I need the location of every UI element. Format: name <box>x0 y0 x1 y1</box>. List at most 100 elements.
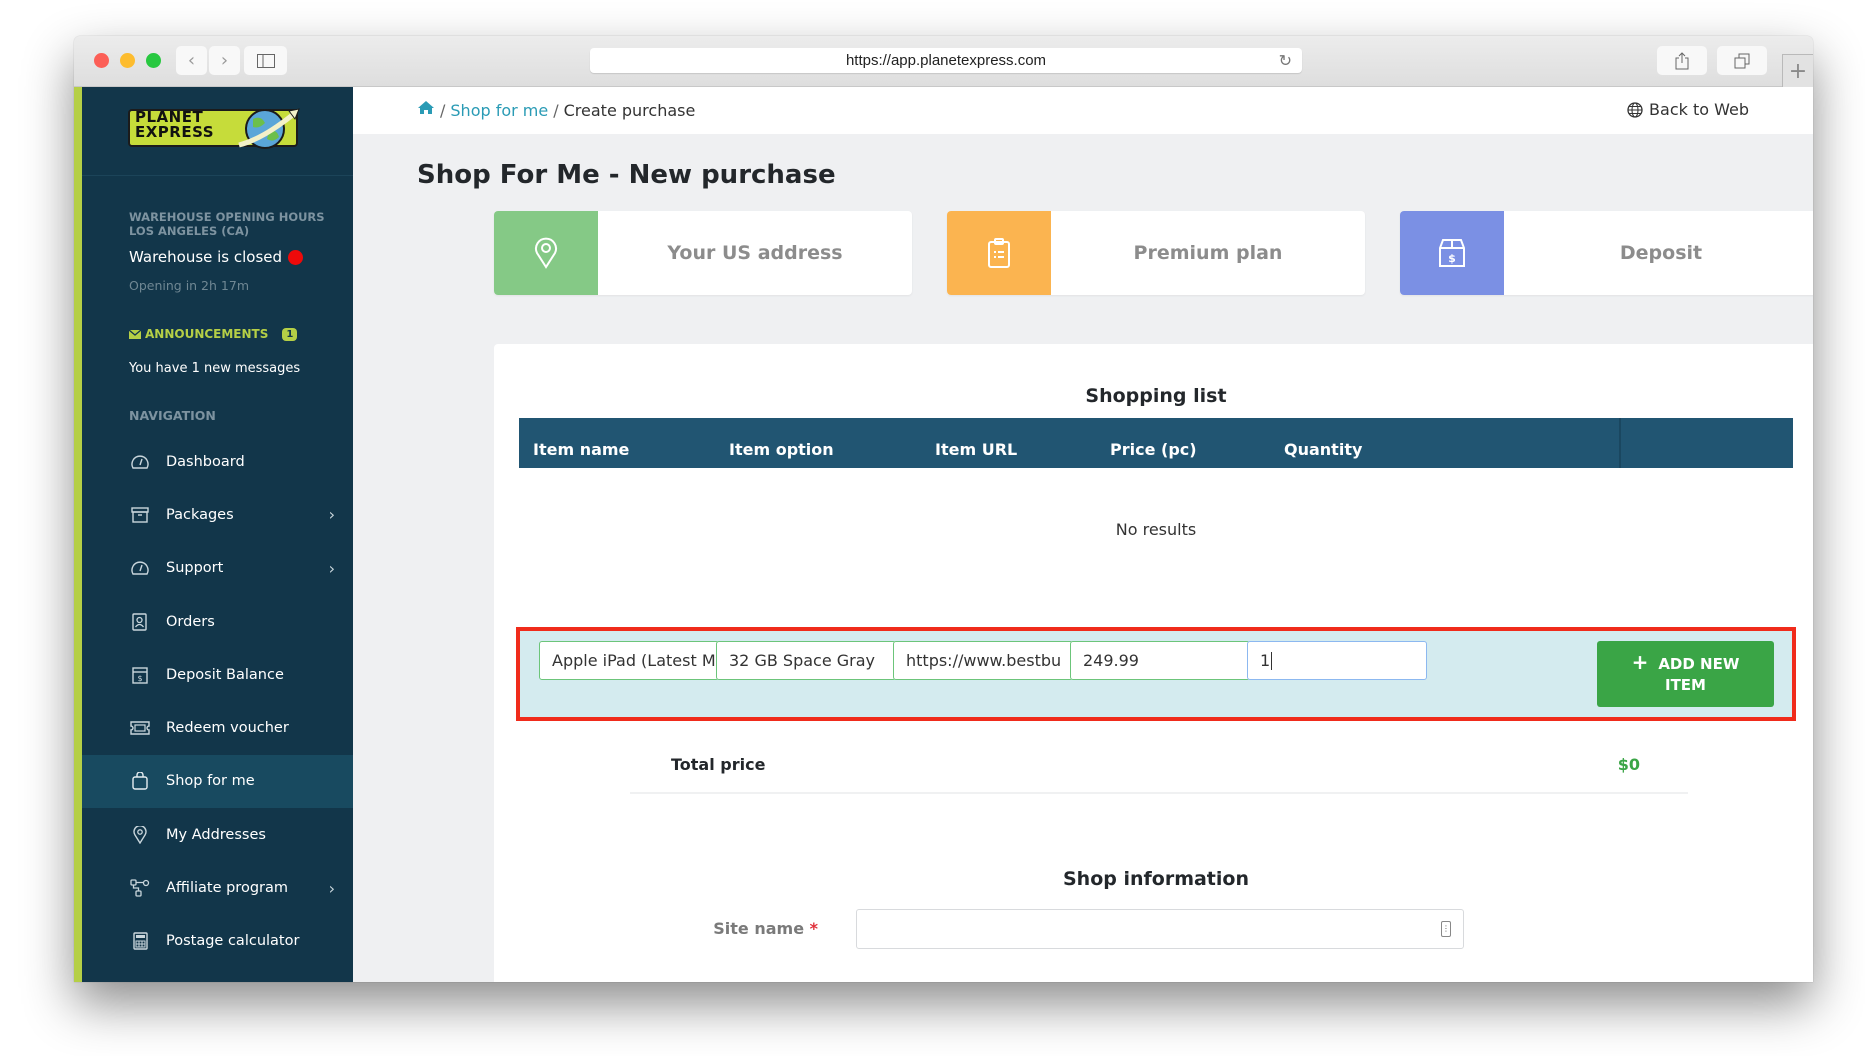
autofill-key-icon[interactable]: ⋮ <box>1441 921 1451 937</box>
clipboard-list-icon <box>988 238 1010 268</box>
chevron-left-icon: ‹ <box>187 50 196 71</box>
site-name-row: Site name * ⋮ <box>494 909 1813 949</box>
sidebar-item-my-addresses[interactable]: My Addresses <box>82 808 353 861</box>
quantity-input[interactable]: 1 <box>1247 641 1427 680</box>
empty-table-message: No results <box>1115 520 1197 539</box>
sidebar-item-label: Packages <box>166 506 234 523</box>
closed-status-dot-icon <box>288 249 304 265</box>
dashboard-gauge-icon <box>130 452 150 472</box>
page-title: Shop For Me - New purchase <box>417 160 836 190</box>
sidebar-item-postage-calculator[interactable]: Postage calculator <box>82 915 353 968</box>
shop-information-title: Shop information <box>1062 868 1249 890</box>
back-button[interactable]: ‹ <box>176 46 207 75</box>
sidebar-divider <box>82 175 353 176</box>
announcements-message: You have 1 new messages <box>129 361 301 376</box>
forward-button[interactable]: › <box>209 46 240 75</box>
us-address-card-label: Your US address <box>667 242 843 264</box>
sidebar-icon <box>256 53 275 68</box>
chevron-right-icon: › <box>220 50 229 71</box>
tabs-icon <box>1734 53 1750 68</box>
item-name-input[interactable]: Apple iPad (Latest M ⁝ <box>539 641 719 680</box>
sidebar-item-label: Redeem voucher <box>166 720 289 737</box>
site-name-input[interactable]: ⋮ <box>856 909 1464 949</box>
sidebar-item-redeem-voucher[interactable]: Redeem voucher <box>82 701 353 754</box>
calculator-icon <box>130 931 150 951</box>
column-header-item-url: Item URL <box>935 440 1018 459</box>
url-text: https://app.planetexpress.com <box>845 52 1047 69</box>
item-url-input[interactable]: https://www.bestbu <box>893 641 1073 680</box>
sidebar-item-packages[interactable]: Packages › <box>82 488 353 541</box>
announcements-label: ANNOUNCEMENTS <box>145 327 269 341</box>
plus-icon: + <box>1788 58 1808 84</box>
browser-toolbar: ‹ › https://app.planetexpress.com ↻ + <box>74 36 1813 87</box>
sidebar-item-shop-for-me[interactable]: Shop for me <box>82 754 353 809</box>
planet-express-logo[interactable]: PLANET EXPRESS <box>128 105 303 151</box>
warehouse-opening-time: Opening in 2h 17m <box>129 278 249 293</box>
reload-icon[interactable]: ↻ <box>1279 51 1292 71</box>
new-item-entry-row: Apple iPad (Latest M ⁝ 32 GB Space Gray … <box>516 627 1796 721</box>
close-window-button[interactable] <box>94 53 109 68</box>
sidebar-item-label: Shop for me <box>166 773 255 790</box>
sidebar-item-label: Postage calculator <box>166 933 300 950</box>
globe-icon <box>1627 101 1643 118</box>
warehouse-status-text: Warehouse is closed <box>129 248 283 266</box>
column-header-item-name: Item name <box>533 440 630 459</box>
sidebar-item-label: Dashboard <box>166 453 245 470</box>
breadcrumb-bar: / Shop for me / Create purchase Back to … <box>353 87 1813 134</box>
us-address-card[interactable]: Your US address <box>494 211 912 295</box>
envelope-icon <box>129 329 141 339</box>
column-header-price: Price (pc) <box>1110 440 1197 459</box>
home-icon[interactable] <box>417 100 435 120</box>
sidebar-toggle-button[interactable] <box>244 46 287 75</box>
warehouse-hours-heading: WAREHOUSE OPENING HOURS LOS ANGELES (CA) <box>129 210 325 238</box>
required-marker: * <box>809 919 818 938</box>
announcements-link[interactable]: ANNOUNCEMENTS 1 <box>129 327 298 341</box>
sidebar: PLANET EXPRESS WAREHOUSE OPENING HOURS L… <box>74 87 353 982</box>
breadcrumb-shop-for-me[interactable]: Shop for me <box>450 101 548 120</box>
share-button[interactable] <box>1657 46 1707 75</box>
shopping-bag-icon <box>130 771 150 791</box>
premium-plan-card-icon-box <box>947 211 1051 295</box>
logo-line-2: EXPRESS <box>135 123 215 141</box>
svg-text:$: $ <box>137 674 142 683</box>
main-content: / Shop for me / Create purchase Back to … <box>353 87 1813 982</box>
breadcrumb: / Shop for me / Create purchase <box>417 100 695 120</box>
tab-overview-button[interactable] <box>1717 46 1767 75</box>
column-header-quantity: Quantity <box>1284 440 1363 459</box>
support-gauge-icon <box>130 558 150 578</box>
us-address-card-icon-box <box>494 211 598 295</box>
premium-plan-card[interactable]: Premium plan <box>947 211 1365 295</box>
chevron-right-icon: › <box>328 505 335 525</box>
add-new-item-button[interactable]: + ADD NEW ITEM <box>1597 641 1774 707</box>
price-input[interactable]: 249.99 <box>1070 641 1250 680</box>
network-nodes-icon <box>130 878 150 898</box>
deposit-card-label: Deposit <box>1619 242 1703 264</box>
shopping-list-table-header: Item name Item option Item URL Price (pc… <box>519 418 1793 468</box>
deposit-box-icon: $ <box>130 665 150 685</box>
sidebar-accent-strip <box>74 87 82 982</box>
column-header-actions <box>1619 418 1793 468</box>
sidebar-nav: Dashboard Packages › Support › Orders $ … <box>82 435 353 968</box>
svg-text:$: $ <box>1448 252 1456 265</box>
new-tab-button[interactable]: + <box>1782 54 1813 87</box>
chevron-right-icon: › <box>328 558 335 578</box>
sidebar-item-orders[interactable]: Orders <box>82 595 353 648</box>
shopping-list-title: Shopping list <box>1085 385 1227 407</box>
announcements-count-badge: 1 <box>282 327 298 341</box>
sidebar-item-affiliate-program[interactable]: Affiliate program › <box>82 861 353 914</box>
minimize-window-button[interactable] <box>120 53 135 68</box>
back-to-web-link[interactable]: Back to Web <box>1627 100 1749 119</box>
sidebar-item-support[interactable]: Support › <box>82 542 353 595</box>
dollar-box-icon: $ <box>1439 239 1465 267</box>
zoom-window-button[interactable] <box>146 53 161 68</box>
deposit-card[interactable]: $ Deposit <box>1400 211 1813 295</box>
sidebar-item-label: Orders <box>166 613 215 630</box>
sidebar-item-dashboard[interactable]: Dashboard <box>82 435 353 488</box>
address-bar[interactable]: https://app.planetexpress.com ↻ <box>590 48 1302 73</box>
map-pin-icon <box>130 825 150 845</box>
contact-book-icon <box>130 612 150 632</box>
premium-plan-card-label: Premium plan <box>1133 242 1283 264</box>
sidebar-item-deposit-balance[interactable]: $ Deposit Balance <box>82 648 353 701</box>
archive-box-icon <box>130 505 150 525</box>
item-option-input[interactable]: 32 GB Space Gray <box>716 641 896 680</box>
